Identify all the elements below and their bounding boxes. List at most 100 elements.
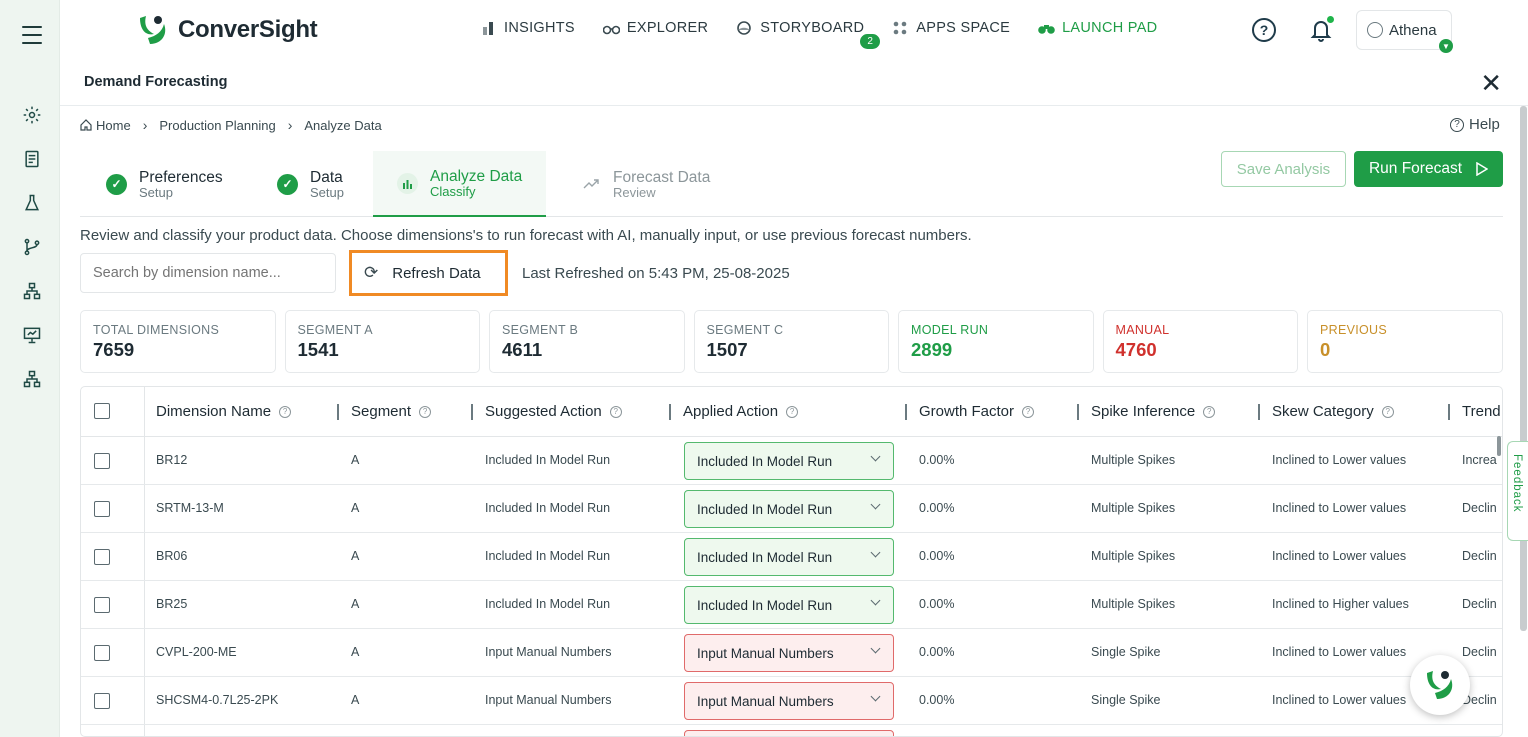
nav-apps-space[interactable]: APPS SPACE: [892, 20, 1010, 36]
nav-explorer[interactable]: EXPLORER: [602, 20, 708, 36]
brand-name: ConverSight: [178, 16, 318, 43]
cell-spike-inference: Multiple Spikes: [1091, 549, 1176, 563]
flask-icon[interactable]: [20, 191, 44, 215]
chevron-down-icon[interactable]: ▼: [1439, 39, 1453, 53]
gear-icon[interactable]: [20, 103, 44, 127]
header-trend[interactable]: Trend: [1448, 403, 1501, 420]
cell-dimension-name: SRTM-13-M: [156, 501, 224, 515]
cell-spike-inference: Multiple Spikes: [1091, 453, 1176, 467]
step-subtitle: Classify: [430, 183, 476, 199]
table-row[interactable]: SHCSM4-0.7L25-2PK A Input Manual Numbers…: [81, 677, 1502, 725]
apps-grid-icon: [893, 21, 907, 35]
sitemap-icon[interactable]: [20, 367, 44, 391]
report-icon[interactable]: [20, 147, 44, 171]
applied-action-select[interactable]: Included In Model Run: [684, 538, 894, 576]
row-checkbox[interactable]: [94, 645, 110, 661]
step-preferences[interactable]: ✓ Preferences Setup: [106, 151, 223, 217]
applied-action-select[interactable]: Input Manual Numbers: [684, 634, 894, 672]
bell-icon[interactable]: [1310, 16, 1334, 42]
page-scrollbar[interactable]: [1520, 106, 1527, 631]
nav-storyboard[interactable]: STORYBOARD 2: [736, 20, 881, 49]
breadcrumb-home[interactable]: Home: [80, 118, 131, 133]
header-applied-action[interactable]: Applied Action?: [669, 403, 799, 420]
brand-logo[interactable]: ConverSight: [136, 14, 318, 46]
nav-launch-pad[interactable]: LAUNCH PAD: [1038, 20, 1157, 36]
header-label: Trend: [1462, 403, 1501, 420]
branch-icon[interactable]: [20, 235, 44, 259]
applied-action-select[interactable]: Input Manual Numbers: [684, 682, 894, 720]
row-checkbox[interactable]: [94, 597, 110, 613]
info-icon[interactable]: ?: [1381, 405, 1394, 418]
user-menu[interactable]: Athena ▼: [1356, 10, 1453, 53]
step-analyze-data[interactable]: Analyze Data Classify: [373, 151, 547, 217]
header-segment[interactable]: Segment?: [337, 403, 432, 420]
run-forecast-button[interactable]: Run Forecast: [1354, 151, 1503, 187]
header-skew-category[interactable]: Skew Category?: [1258, 403, 1394, 420]
cell-dimension-name: BR25: [156, 597, 188, 611]
breadcrumb-production-planning[interactable]: Production Planning: [159, 118, 275, 133]
stat-card-total-dimensions: TOTAL DIMENSIONS 7659: [80, 310, 276, 373]
header-label: Suggested Action: [485, 403, 602, 420]
header-suggested-action[interactable]: Suggested Action?: [471, 403, 622, 420]
cell-trend: Declin: [1462, 549, 1497, 563]
save-analysis-button[interactable]: Save Analysis: [1221, 151, 1346, 187]
header-spike-inference[interactable]: Spike Inference?: [1077, 403, 1216, 420]
step-subtitle: Setup: [310, 184, 344, 200]
cell-spike-inference: Single Spike: [1091, 693, 1161, 707]
close-icon[interactable]: ✕: [1480, 70, 1502, 96]
hierarchy-icon[interactable]: [20, 279, 44, 303]
header-dimension-name[interactable]: Dimension Name?: [156, 403, 292, 420]
presentation-icon[interactable]: [20, 323, 44, 347]
info-icon[interactable]: ?: [609, 405, 622, 418]
cell-segment: A: [351, 453, 360, 467]
search-input[interactable]: [80, 253, 336, 293]
nav-apps-space-label: APPS SPACE: [916, 20, 1011, 36]
table-row[interactable]: CVPL-200-ME A Input Manual Numbers Input…: [81, 629, 1502, 677]
help-link[interactable]: ? Help: [1450, 116, 1500, 133]
table-row[interactable]: BR06 A Included In Model Run Included In…: [81, 533, 1502, 581]
applied-action-select[interactable]: [684, 730, 894, 736]
chevron-right-icon: ›: [142, 117, 148, 133]
row-checkbox[interactable]: [94, 453, 110, 469]
cell-trend: Increa: [1462, 453, 1497, 467]
applied-action-select[interactable]: Included In Model Run: [684, 442, 894, 480]
table-row[interactable]: SRTM-13-M A Included In Model Run Includ…: [81, 485, 1502, 533]
info-icon[interactable]: ?: [419, 405, 432, 418]
cell-spike-inference: Multiple Spikes: [1091, 501, 1176, 515]
step-data[interactable]: ✓ Data Setup: [277, 151, 344, 217]
row-checkbox[interactable]: [94, 549, 110, 565]
applied-action-value: Included In Model Run: [697, 501, 833, 517]
refresh-data-button[interactable]: ⟳ Refresh Data: [349, 250, 508, 296]
stat-value: 7659: [93, 339, 135, 360]
feedback-tab[interactable]: Feedback: [1507, 441, 1528, 541]
check-icon: ✓: [277, 173, 298, 195]
chevron-down-icon: [870, 451, 881, 462]
header-label: Spike Inference: [1091, 403, 1196, 420]
applied-action-select[interactable]: Included In Model Run: [684, 586, 894, 624]
info-icon[interactable]: ?: [1022, 405, 1035, 418]
header-growth-factor[interactable]: Growth Factor?: [905, 403, 1035, 420]
info-icon[interactable]: ?: [786, 405, 799, 418]
info-icon[interactable]: ?: [1203, 405, 1216, 418]
select-all-checkbox[interactable]: [94, 403, 110, 419]
menu-icon[interactable]: [22, 26, 42, 44]
table-scrollbar[interactable]: [1497, 436, 1501, 456]
chevron-down-icon: [870, 691, 881, 702]
stat-value: 1507: [706, 339, 748, 360]
cell-suggested-action: Included In Model Run: [485, 453, 611, 467]
stat-label: SEGMENT C: [706, 323, 784, 337]
step-forecast-data[interactable]: Forecast Data Review: [580, 151, 710, 217]
help-icon[interactable]: ?: [1252, 18, 1276, 42]
chatbot-launcher[interactable]: [1410, 655, 1470, 715]
applied-action-value: Input Manual Numbers: [697, 693, 834, 709]
row-checkbox[interactable]: [94, 501, 110, 517]
question-icon: ?: [1450, 117, 1464, 132]
table-row[interactable]: BR25 A Included In Model Run Included In…: [81, 581, 1502, 629]
nav-insights[interactable]: INSIGHTS: [480, 20, 575, 36]
table-row[interactable]: BR12 A Included In Model Run Included In…: [81, 437, 1502, 485]
breadcrumb-current: Analyze Data: [304, 117, 382, 133]
chevron-down-icon: [870, 499, 881, 510]
info-icon[interactable]: ?: [279, 405, 292, 418]
applied-action-select[interactable]: Included In Model Run: [684, 490, 894, 528]
row-checkbox[interactable]: [94, 693, 110, 709]
